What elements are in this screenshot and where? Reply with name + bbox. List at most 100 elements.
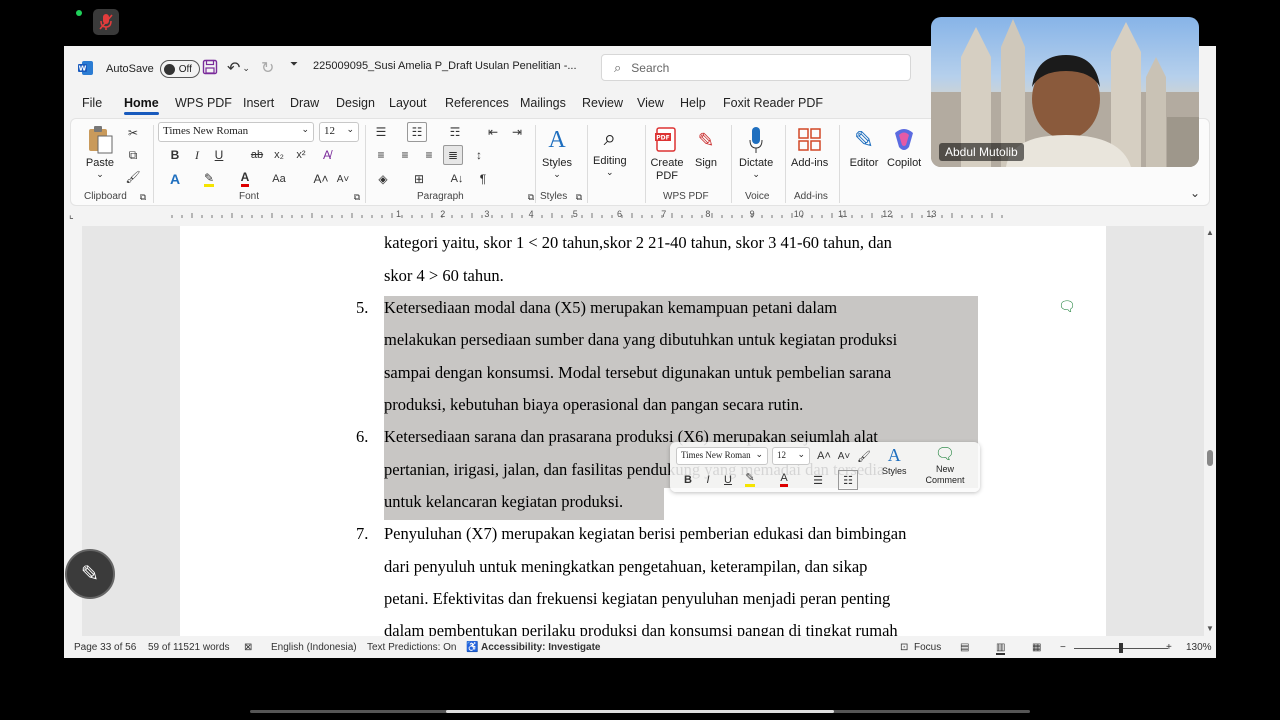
- autosave-toggle[interactable]: Off: [159, 60, 200, 78]
- show-formatting-icon[interactable]: ¶: [473, 169, 493, 189]
- multilevel-list-icon[interactable]: ☶: [445, 122, 465, 142]
- tab-layout[interactable]: Layout: [389, 96, 427, 110]
- horizontal-ruler[interactable]: ⌞: [64, 208, 1216, 224]
- tab-view[interactable]: View: [637, 96, 664, 110]
- text-effects-icon[interactable]: A: [165, 169, 185, 189]
- sort-icon[interactable]: A↓: [447, 169, 467, 189]
- tab-home[interactable]: Home: [124, 96, 159, 115]
- tab-references[interactable]: References: [445, 96, 509, 110]
- accessibility-status[interactable]: Accessibility: Investigate: [481, 642, 601, 653]
- copy-icon[interactable]: ⧉: [123, 145, 143, 165]
- copilot-button[interactable]: Copilot: [887, 125, 921, 169]
- grow-font-icon[interactable]: A˄: [311, 169, 331, 189]
- subscript-icon[interactable]: x₂: [269, 145, 289, 165]
- customize-qat-icon[interactable]: ⏷: [290, 59, 298, 70]
- align-right-icon[interactable]: ≡: [419, 145, 439, 165]
- font-size-combo[interactable]: 12 ⌄: [319, 122, 359, 142]
- mini-numbering-icon[interactable]: ☷: [838, 470, 858, 490]
- tab-mailings[interactable]: Mailings: [520, 96, 566, 110]
- tab-selector-icon[interactable]: ⌞: [69, 210, 74, 221]
- zoom-slider-thumb[interactable]: [1119, 643, 1123, 653]
- mini-shrink-font-icon[interactable]: A˅: [834, 446, 854, 466]
- autosave-control[interactable]: AutoSave Off: [106, 60, 200, 78]
- dictate-button[interactable]: Dictate ⌄: [739, 125, 773, 180]
- proofing-icon[interactable]: ⊠: [244, 642, 252, 653]
- align-left-icon[interactable]: ≡: [371, 145, 391, 165]
- tab-draw[interactable]: Draw: [290, 96, 319, 110]
- language-status[interactable]: English (Indonesia): [271, 642, 357, 653]
- mini-font-size-combo[interactable]: 12 ⌄: [772, 447, 810, 465]
- mini-font-color-icon[interactable]: A: [774, 470, 794, 490]
- mini-font-name-combo[interactable]: Times New Roman ⌄: [676, 447, 768, 465]
- mini-highlight-icon[interactable]: ✎: [740, 470, 760, 490]
- shading-icon[interactable]: ◈: [373, 169, 393, 189]
- mic-muted-icon[interactable]: [93, 9, 119, 35]
- font-name-combo[interactable]: Times New Roman ⌄: [158, 122, 314, 142]
- mini-bold-icon[interactable]: B: [678, 470, 698, 490]
- superscript-icon[interactable]: x²: [291, 145, 311, 165]
- mini-bullets-icon[interactable]: ☰: [808, 470, 828, 490]
- annotate-pen-button[interactable]: ✎: [65, 549, 115, 599]
- increase-indent-icon[interactable]: ⇥: [507, 122, 527, 142]
- strikethrough-icon[interactable]: ab: [247, 145, 267, 165]
- add-ins-button[interactable]: Add-ins: [791, 125, 828, 169]
- tab-help[interactable]: Help: [680, 96, 706, 110]
- print-layout-icon[interactable]: ▥: [996, 642, 1006, 655]
- mini-format-painter-icon[interactable]: 🖌: [854, 446, 874, 466]
- align-center-icon[interactable]: ≡: [395, 145, 415, 165]
- tab-foxit-reader-pdf[interactable]: Foxit Reader PDF: [723, 96, 823, 110]
- cut-icon[interactable]: ✂: [123, 123, 143, 143]
- scroll-up-icon[interactable]: ▲: [1206, 228, 1214, 237]
- change-case-icon[interactable]: Aa: [269, 169, 289, 189]
- document-page[interactable]: kategori yaitu, skor 1 < 20 tahun,skor 2…: [180, 226, 1106, 636]
- zoom-out-icon[interactable]: −: [1060, 642, 1066, 653]
- mini-underline-icon[interactable]: U: [718, 470, 738, 490]
- shrink-font-icon[interactable]: A˅: [333, 169, 353, 189]
- web-layout-icon[interactable]: ▦: [1032, 642, 1041, 653]
- justify-icon[interactable]: ≣: [443, 145, 463, 165]
- editor-button[interactable]: ✎ Editor: [849, 125, 879, 170]
- text-predictions-status[interactable]: Text Predictions: On: [367, 642, 456, 653]
- numbering-icon[interactable]: ☷: [407, 122, 427, 142]
- bullets-icon[interactable]: ☰: [371, 122, 391, 142]
- vertical-scrollbar[interactable]: ▲ ▼: [1204, 226, 1216, 636]
- line-spacing-icon[interactable]: ↕: [469, 145, 489, 165]
- create-pdf-button[interactable]: PDF Create PDF: [649, 125, 685, 183]
- font-launcher-icon[interactable]: ⧉: [351, 191, 363, 203]
- font-color-icon[interactable]: A: [235, 169, 255, 189]
- styles-launcher-icon[interactable]: ⧉: [573, 191, 585, 203]
- mini-styles-button[interactable]: A Styles: [882, 444, 907, 477]
- scroll-down-icon[interactable]: ▼: [1206, 624, 1214, 633]
- bold-icon[interactable]: B: [165, 145, 185, 165]
- save-icon[interactable]: [202, 59, 218, 75]
- tab-wps-pdf[interactable]: WPS PDF: [175, 96, 232, 110]
- zoom-level[interactable]: 130%: [1186, 642, 1212, 653]
- search-box[interactable]: ⌕ Search: [601, 54, 911, 81]
- editing-button[interactable]: ⌕ Editing ⌄: [593, 123, 627, 178]
- clipboard-launcher-icon[interactable]: ⧉: [137, 191, 149, 203]
- paste-button[interactable]: Paste ⌄: [85, 125, 115, 180]
- focus-button[interactable]: Focus: [914, 642, 941, 653]
- word-count[interactable]: 59 of 11521 words: [148, 642, 230, 653]
- redo-icon[interactable]: ↻: [261, 58, 274, 78]
- sign-button[interactable]: ✎ Sign: [691, 125, 721, 170]
- tab-design[interactable]: Design: [336, 96, 375, 110]
- mini-grow-font-icon[interactable]: A˄: [814, 446, 834, 466]
- scroll-thumb[interactable]: [1207, 450, 1213, 466]
- styles-button[interactable]: A Styles ⌄: [542, 125, 572, 180]
- format-painter-icon[interactable]: 🖌: [123, 167, 143, 187]
- undo-icon[interactable]: ↶ ⌄: [227, 58, 250, 78]
- highlight-icon[interactable]: ✎: [199, 169, 219, 189]
- italic-icon[interactable]: I: [187, 145, 207, 165]
- tab-insert[interactable]: Insert: [243, 96, 274, 110]
- comment-marker-icon[interactable]: 🗨: [1058, 298, 1076, 315]
- tab-review[interactable]: Review: [582, 96, 623, 110]
- ribbon-collapse-icon[interactable]: ⌄: [1190, 186, 1200, 200]
- tab-file[interactable]: File: [82, 96, 102, 110]
- mini-italic-icon[interactable]: I: [698, 470, 718, 490]
- read-mode-icon[interactable]: ▤: [960, 642, 969, 653]
- decrease-indent-icon[interactable]: ⇤: [483, 122, 503, 142]
- borders-icon[interactable]: ⊞: [409, 169, 429, 189]
- video-tile[interactable]: Abdul Mutolib: [931, 17, 1199, 167]
- page-count[interactable]: Page 33 of 56: [74, 642, 136, 653]
